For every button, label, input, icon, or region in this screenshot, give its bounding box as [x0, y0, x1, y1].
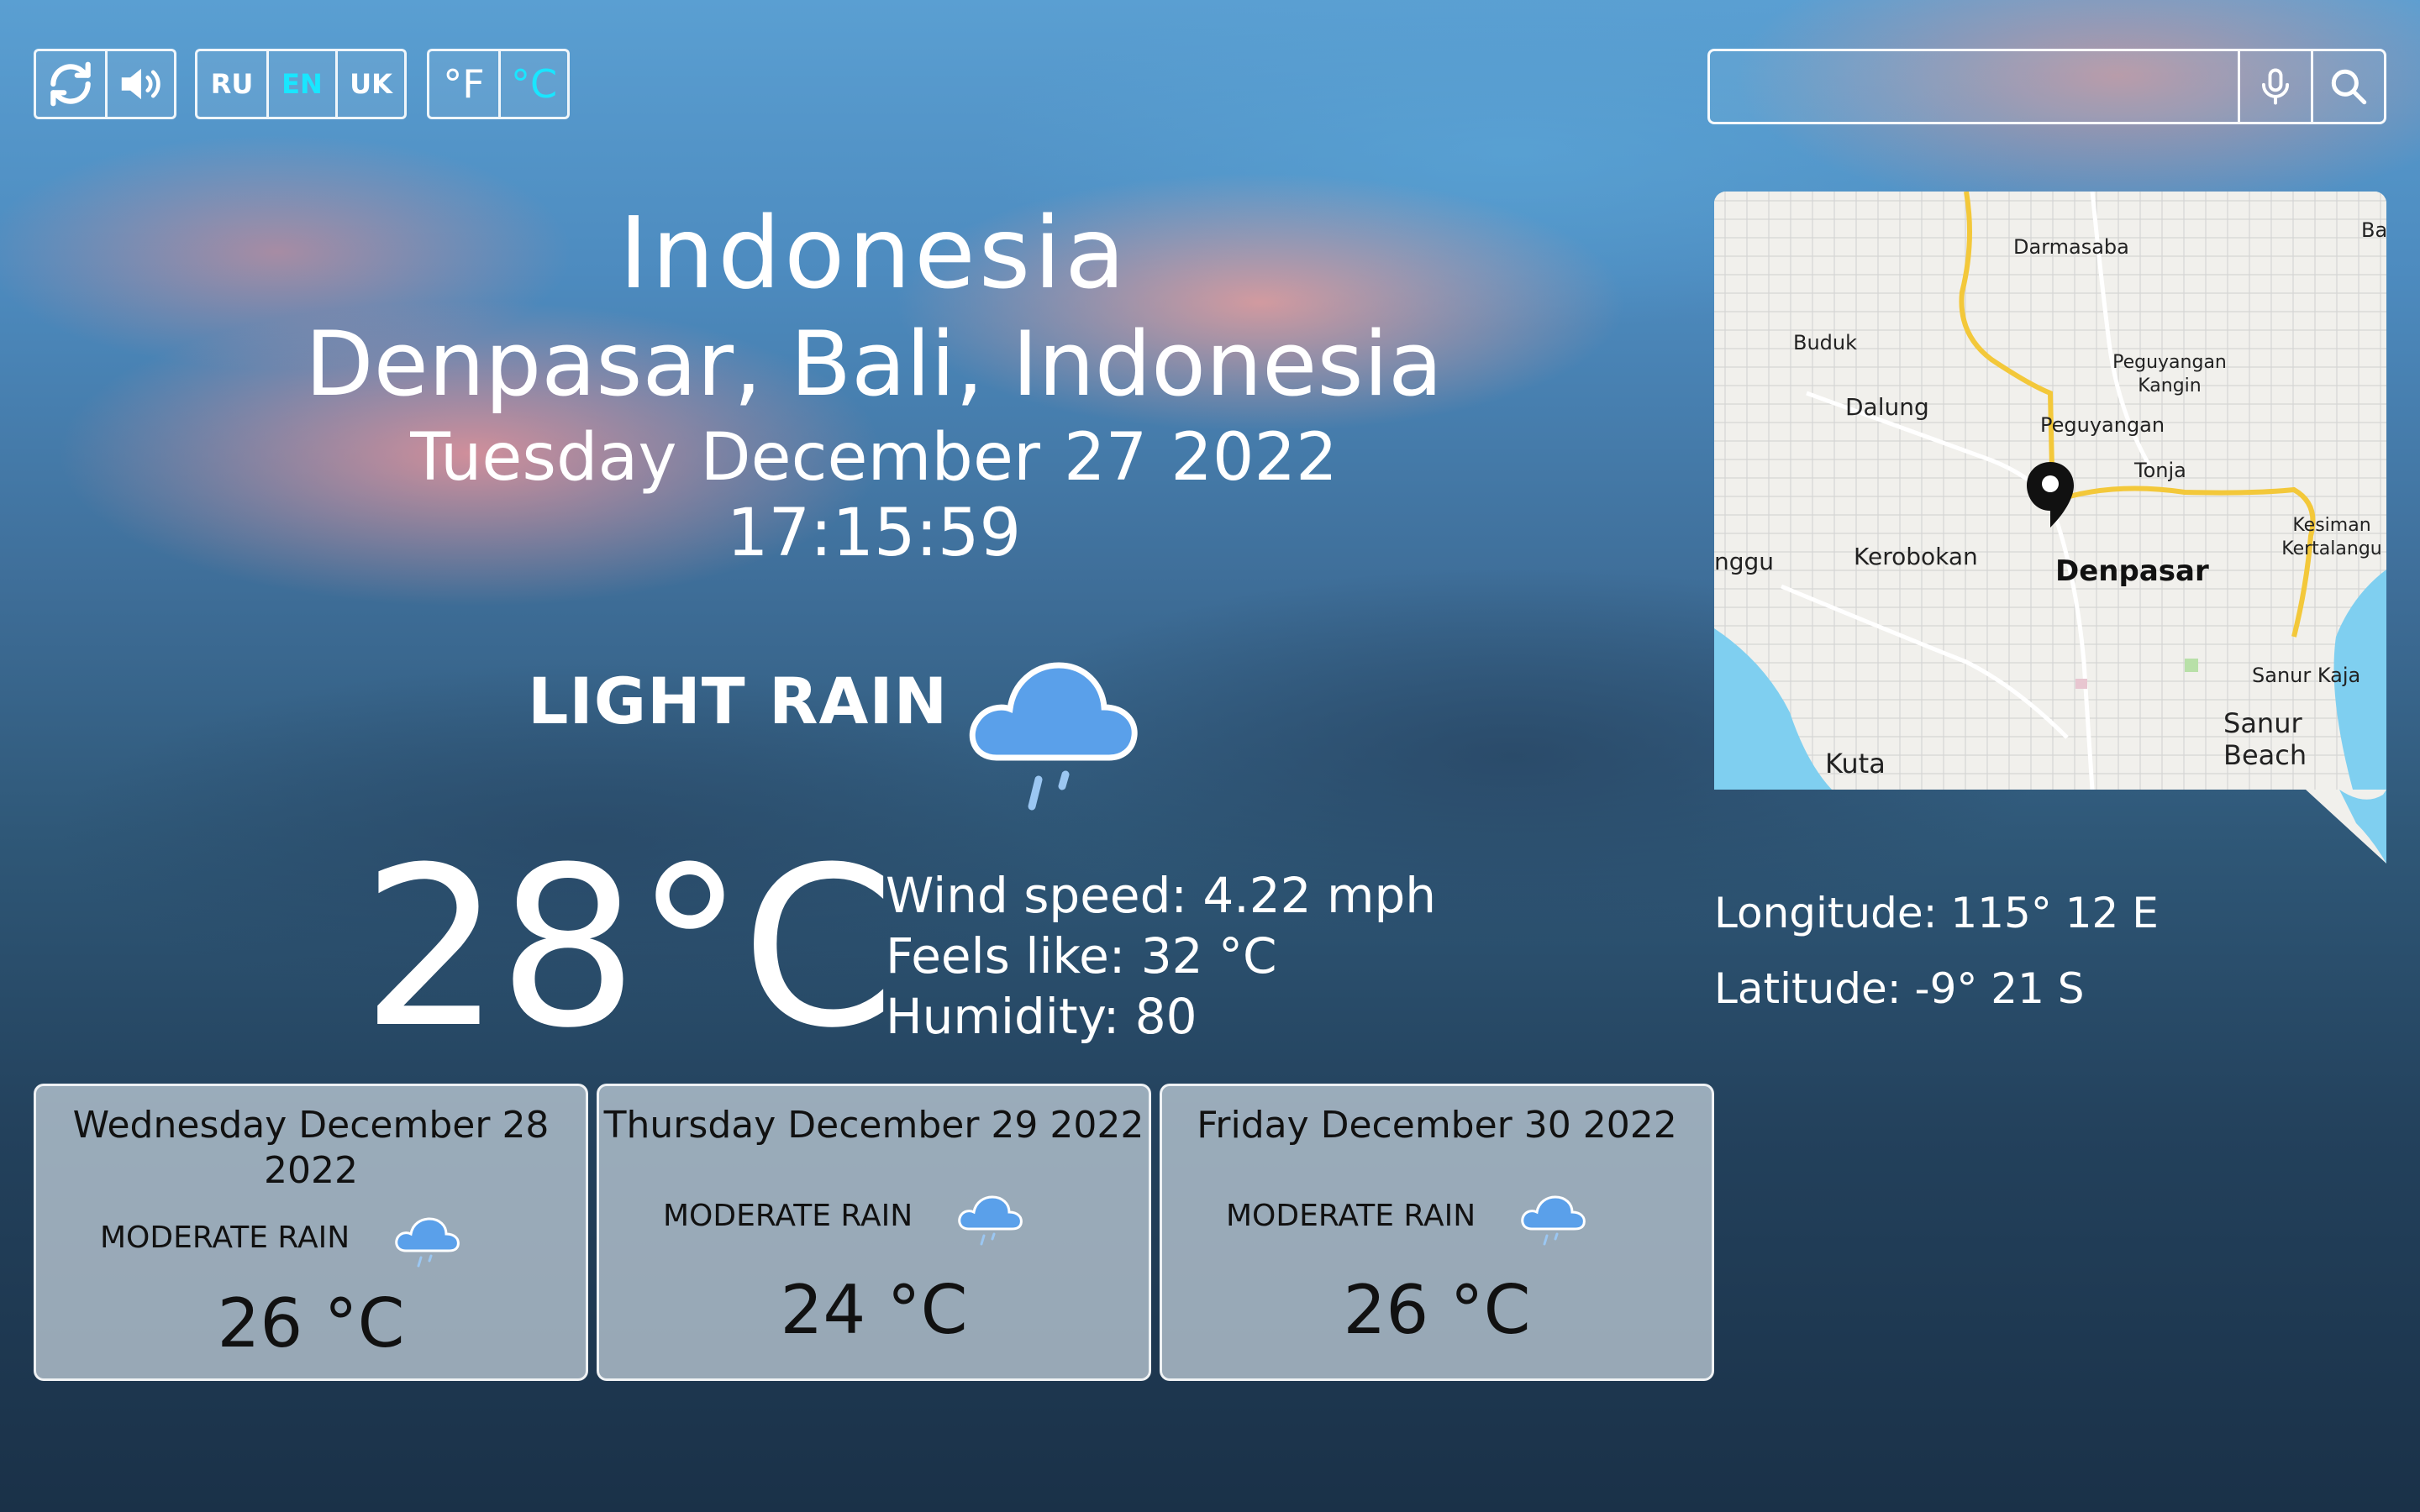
year: 2022	[1171, 420, 1338, 496]
forecast-temperature: 26 °C	[217, 1284, 405, 1362]
current-temperature: 28°C	[361, 820, 895, 1076]
microphone-icon	[2261, 68, 2290, 105]
latitude: Latitude: -9° 21 S	[1714, 964, 2085, 1013]
forecast-date-line: 2022	[264, 1149, 358, 1192]
forecast-card: Friday December 30 2022 MODERATE RAIN 26…	[1160, 1084, 1714, 1381]
celsius-button[interactable]: °C	[498, 51, 567, 117]
forecast-condition: MODERATE RAIN	[663, 1199, 913, 1233]
search-icon	[2331, 69, 2367, 105]
map-label: nggu	[1714, 548, 1775, 575]
forecast-date: Wednesday December 28 2022	[36, 1103, 586, 1194]
current-date: Tuesday December 27 2022	[0, 420, 1748, 496]
map-label: Sanur Kaja	[2252, 664, 2361, 687]
lang-uk-button[interactable]: UK	[335, 51, 404, 117]
day: 27	[1064, 420, 1148, 496]
wind-speed: Wind speed: 4.22 mph	[886, 867, 1437, 924]
rain-cloud-icon	[969, 662, 1138, 811]
feels-like: Feels like: 32 °C	[886, 927, 1277, 984]
rain-cloud-icon	[1521, 1195, 1586, 1246]
forecast-date: Friday December 30 2022	[1162, 1103, 1712, 1148]
forecast-date-line: Friday December 30 2022	[1197, 1104, 1677, 1147]
map-label: Sanur Beach	[2223, 707, 2307, 771]
refresh-button[interactable]	[36, 51, 105, 117]
forecast-date-line: Wednesday December 28	[72, 1104, 550, 1147]
location-map[interactable]: Darmasaba Buduk Dalung Peguyangan Kangin…	[1714, 192, 2386, 864]
map-pointer	[2306, 790, 2386, 864]
humidity: Humidity: 80	[886, 988, 1197, 1045]
map-label: Dalung	[1845, 393, 1929, 421]
map-label: Darmasaba	[2013, 235, 2129, 259]
speaker-icon	[121, 68, 160, 100]
forecast-condition: MODERATE RAIN	[100, 1221, 350, 1255]
longitude: Longitude: 115° 12 E	[1714, 889, 2159, 937]
forecast-date: Thursday December 29 2022	[599, 1103, 1149, 1148]
map-label: Peguyangan Kangin	[2112, 352, 2227, 396]
map-label: Peguyangan	[2040, 413, 2165, 437]
rain-cloud-icon	[395, 1217, 460, 1268]
map-label: Ba	[2361, 218, 2386, 242]
forecast-card: Thursday December 29 2022 MODERATE RAIN …	[597, 1084, 1151, 1381]
language-switcher: RU EN UK	[195, 49, 407, 119]
current-condition: LIGHT RAIN	[528, 664, 949, 738]
month: December	[700, 420, 1041, 496]
map-view[interactable]: Darmasaba Buduk Dalung Peguyangan Kangin…	[1714, 192, 2386, 790]
map-label: Tonja	[2134, 459, 2186, 482]
current-time: 17:15:59	[726, 496, 1022, 571]
weekday: Tuesday	[410, 420, 677, 496]
voice-search-button[interactable]	[2238, 51, 2311, 122]
search-button[interactable]	[2311, 51, 2384, 122]
map-label: Buduk	[1793, 331, 1858, 354]
map-label: Kuta	[1825, 748, 1886, 780]
search-bar	[1707, 49, 2386, 124]
forecast-temperature: 26 °C	[1343, 1271, 1531, 1349]
map-label: Denpasar	[2055, 554, 2209, 588]
refresh-icon	[50, 61, 91, 107]
rain-cloud-icon	[958, 1195, 1023, 1246]
city-name: Denpasar, Bali, Indonesia	[305, 312, 1443, 416]
forecast-date-line: Thursday December 29 2022	[603, 1104, 1144, 1147]
forecast-condition: MODERATE RAIN	[1226, 1199, 1476, 1233]
sound-button[interactable]	[105, 51, 174, 117]
map-label: Kerobokan	[1854, 543, 1978, 570]
unit-switcher: °F °C	[427, 49, 570, 119]
lang-en-button[interactable]: EN	[266, 51, 335, 117]
country-name: Indonesia	[618, 195, 1129, 311]
media-controls	[34, 49, 176, 119]
search-input[interactable]	[1710, 51, 2238, 122]
forecast-card: Wednesday December 28 2022 MODERATE RAIN…	[34, 1084, 588, 1381]
lang-ru-button[interactable]: RU	[197, 51, 266, 117]
fahrenheit-button[interactable]: °F	[429, 51, 498, 117]
map-label: Kesiman Kertalangu	[2281, 515, 2382, 559]
weather-details: Wind speed: 4.22 mph Feels like: 32 °C H…	[886, 865, 1436, 1047]
forecast-temperature: 24 °C	[780, 1271, 968, 1349]
